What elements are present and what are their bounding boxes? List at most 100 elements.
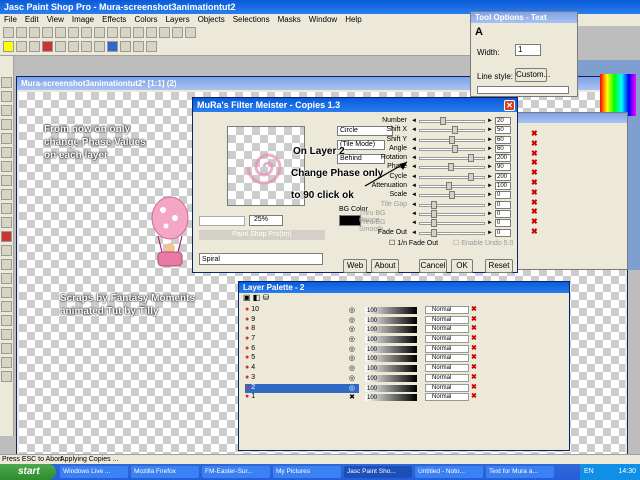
menu-image[interactable]: Image bbox=[68, 14, 98, 26]
slider-thumb[interactable] bbox=[440, 117, 446, 125]
taskbar-item[interactable]: Text for Mura a... bbox=[486, 466, 554, 478]
delete-icon[interactable]: ✖ bbox=[531, 178, 627, 188]
param-slider[interactable] bbox=[419, 185, 485, 189]
param-slider[interactable] bbox=[419, 157, 485, 161]
zoom-select[interactable]: 25% bbox=[249, 215, 283, 226]
redo-icon[interactable] bbox=[107, 27, 118, 38]
camera-icon[interactable] bbox=[146, 27, 157, 38]
menu-file[interactable]: File bbox=[0, 14, 21, 26]
slider-thumb[interactable] bbox=[447, 163, 454, 172]
visibility-icon[interactable]: ◎ bbox=[349, 325, 355, 333]
slider-right-icon[interactable]: ► bbox=[487, 146, 493, 152]
opacity-bar[interactable]: 100 bbox=[365, 394, 417, 402]
menu-window[interactable]: Window bbox=[305, 14, 341, 26]
dropper-icon[interactable] bbox=[1, 189, 12, 200]
delete-icon[interactable]: ✖ bbox=[531, 139, 627, 149]
slider-right-icon[interactable]: ► bbox=[487, 211, 493, 217]
blend-mode-select[interactable]: Normal bbox=[425, 335, 469, 344]
blend-mode-select[interactable]: Normal bbox=[425, 393, 469, 402]
grid-icon[interactable] bbox=[16, 41, 27, 52]
slider-left-icon[interactable]: ◄ bbox=[411, 220, 417, 226]
delete-layer-icon[interactable]: ✖ bbox=[471, 344, 477, 352]
scan-icon[interactable] bbox=[133, 27, 144, 38]
draw-tool-icon[interactable] bbox=[1, 343, 12, 354]
object-selector-icon[interactable] bbox=[1, 371, 12, 382]
delete-icon[interactable]: ✖ bbox=[531, 207, 627, 217]
slider-left-icon[interactable]: ◄ bbox=[411, 202, 417, 208]
stop-icon[interactable] bbox=[146, 41, 157, 52]
layer-row[interactable]: ● 1 ✖ 100 Normal ✖ bbox=[241, 393, 567, 403]
taskbar-item[interactable]: Windows Live ... bbox=[60, 466, 128, 478]
reset-button[interactable]: Reset bbox=[485, 259, 513, 273]
help-icon[interactable] bbox=[185, 27, 196, 38]
visibility-icon[interactable]: ◎ bbox=[349, 364, 355, 372]
slider-left-icon[interactable]: ◄ bbox=[411, 192, 417, 198]
menu-objects[interactable]: Objects bbox=[194, 14, 229, 26]
menu-layers[interactable]: Layers bbox=[162, 14, 194, 26]
param-value[interactable]: 0 bbox=[495, 191, 511, 200]
delete-layer-icon[interactable]: ✖ bbox=[471, 334, 477, 342]
fade-out-checkbox[interactable]: ☐ 1/n Fade Out bbox=[389, 239, 438, 247]
slider-left-icon[interactable]: ◄ bbox=[411, 137, 417, 143]
menu-selections[interactable]: Selections bbox=[229, 14, 274, 26]
param-value[interactable]: 60 bbox=[495, 144, 511, 153]
delete-layer-icon[interactable]: ✖ bbox=[471, 305, 477, 313]
param-value[interactable]: 0 bbox=[495, 200, 511, 209]
blend-mode-select[interactable]: Normal bbox=[425, 325, 469, 334]
param-slider[interactable] bbox=[419, 231, 485, 235]
taskbar-item[interactable]: Untitled - Noto... bbox=[415, 466, 483, 478]
layer-row[interactable]: ● 8 ◎ 100 Normal ✖ bbox=[241, 325, 567, 335]
taskbar-item[interactable]: Jasc Paint Sho... bbox=[344, 466, 412, 478]
scratch-remover-icon[interactable] bbox=[1, 259, 12, 270]
delete-layer-icon[interactable]: ✖ bbox=[471, 353, 477, 361]
param-value[interactable]: 50 bbox=[495, 126, 511, 135]
delete-icon[interactable]: ✖ bbox=[531, 217, 627, 227]
slider-left-icon[interactable]: ◄ bbox=[411, 146, 417, 152]
opacity-bar[interactable]: 100 bbox=[365, 355, 417, 363]
delete-icon[interactable]: ✖ bbox=[531, 168, 627, 178]
save-icon[interactable] bbox=[29, 27, 40, 38]
blue-icon[interactable] bbox=[107, 41, 118, 52]
new-icon[interactable] bbox=[3, 27, 14, 38]
clone-brush-icon[interactable] bbox=[1, 217, 12, 228]
slider-right-icon[interactable]: ► bbox=[487, 220, 493, 226]
visibility-icon[interactable]: ◎ bbox=[349, 354, 355, 362]
open-icon[interactable] bbox=[16, 27, 27, 38]
slider-right-icon[interactable]: ► bbox=[487, 155, 493, 161]
slider-thumb[interactable] bbox=[431, 219, 437, 228]
opacity-bar[interactable]: 100 bbox=[365, 326, 417, 334]
width-input[interactable]: 1 bbox=[515, 44, 541, 56]
histogram-icon[interactable] bbox=[68, 41, 79, 52]
text-tool-a-icon[interactable]: A bbox=[475, 26, 483, 38]
slider-thumb[interactable] bbox=[468, 172, 475, 181]
color-icon[interactable] bbox=[3, 41, 14, 52]
blend-mode-select[interactable]: Normal bbox=[425, 315, 469, 324]
about-button[interactable]: About bbox=[371, 259, 399, 273]
slider-right-icon[interactable]: ► bbox=[487, 192, 493, 198]
slider-right-icon[interactable]: ► bbox=[487, 118, 493, 124]
crop-tool-icon[interactable] bbox=[1, 119, 12, 130]
freehand-tool-icon[interactable] bbox=[1, 161, 12, 172]
paste-icon[interactable] bbox=[81, 27, 92, 38]
menu-edit[interactable]: Edit bbox=[21, 14, 43, 26]
zoom-track[interactable] bbox=[199, 216, 245, 226]
copy-icon[interactable] bbox=[68, 27, 79, 38]
language-indicator[interactable]: EN bbox=[584, 464, 594, 480]
param-slider[interactable] bbox=[419, 203, 485, 207]
custom-button[interactable]: Custom... bbox=[515, 68, 550, 82]
visibility-icon[interactable]: ◎ bbox=[349, 374, 355, 382]
param-value[interactable]: 90 bbox=[495, 163, 511, 172]
param-slider[interactable] bbox=[419, 175, 485, 179]
resize-icon[interactable] bbox=[172, 27, 183, 38]
delete-icon[interactable]: ✖ bbox=[531, 129, 627, 139]
picture-tube-icon[interactable] bbox=[1, 287, 12, 298]
new-mask-icon[interactable]: ◧ bbox=[253, 293, 261, 302]
slider-thumb[interactable] bbox=[431, 228, 437, 237]
param-value[interactable]: 200 bbox=[495, 172, 511, 181]
blend-mode-select[interactable]: Normal bbox=[425, 354, 469, 363]
text-tool-icon[interactable] bbox=[1, 329, 12, 340]
menu-help[interactable]: Help bbox=[341, 14, 365, 26]
opacity-bar[interactable]: 100 bbox=[365, 365, 417, 373]
menu-view[interactable]: View bbox=[43, 14, 68, 26]
menu-effects[interactable]: Effects bbox=[98, 14, 130, 26]
